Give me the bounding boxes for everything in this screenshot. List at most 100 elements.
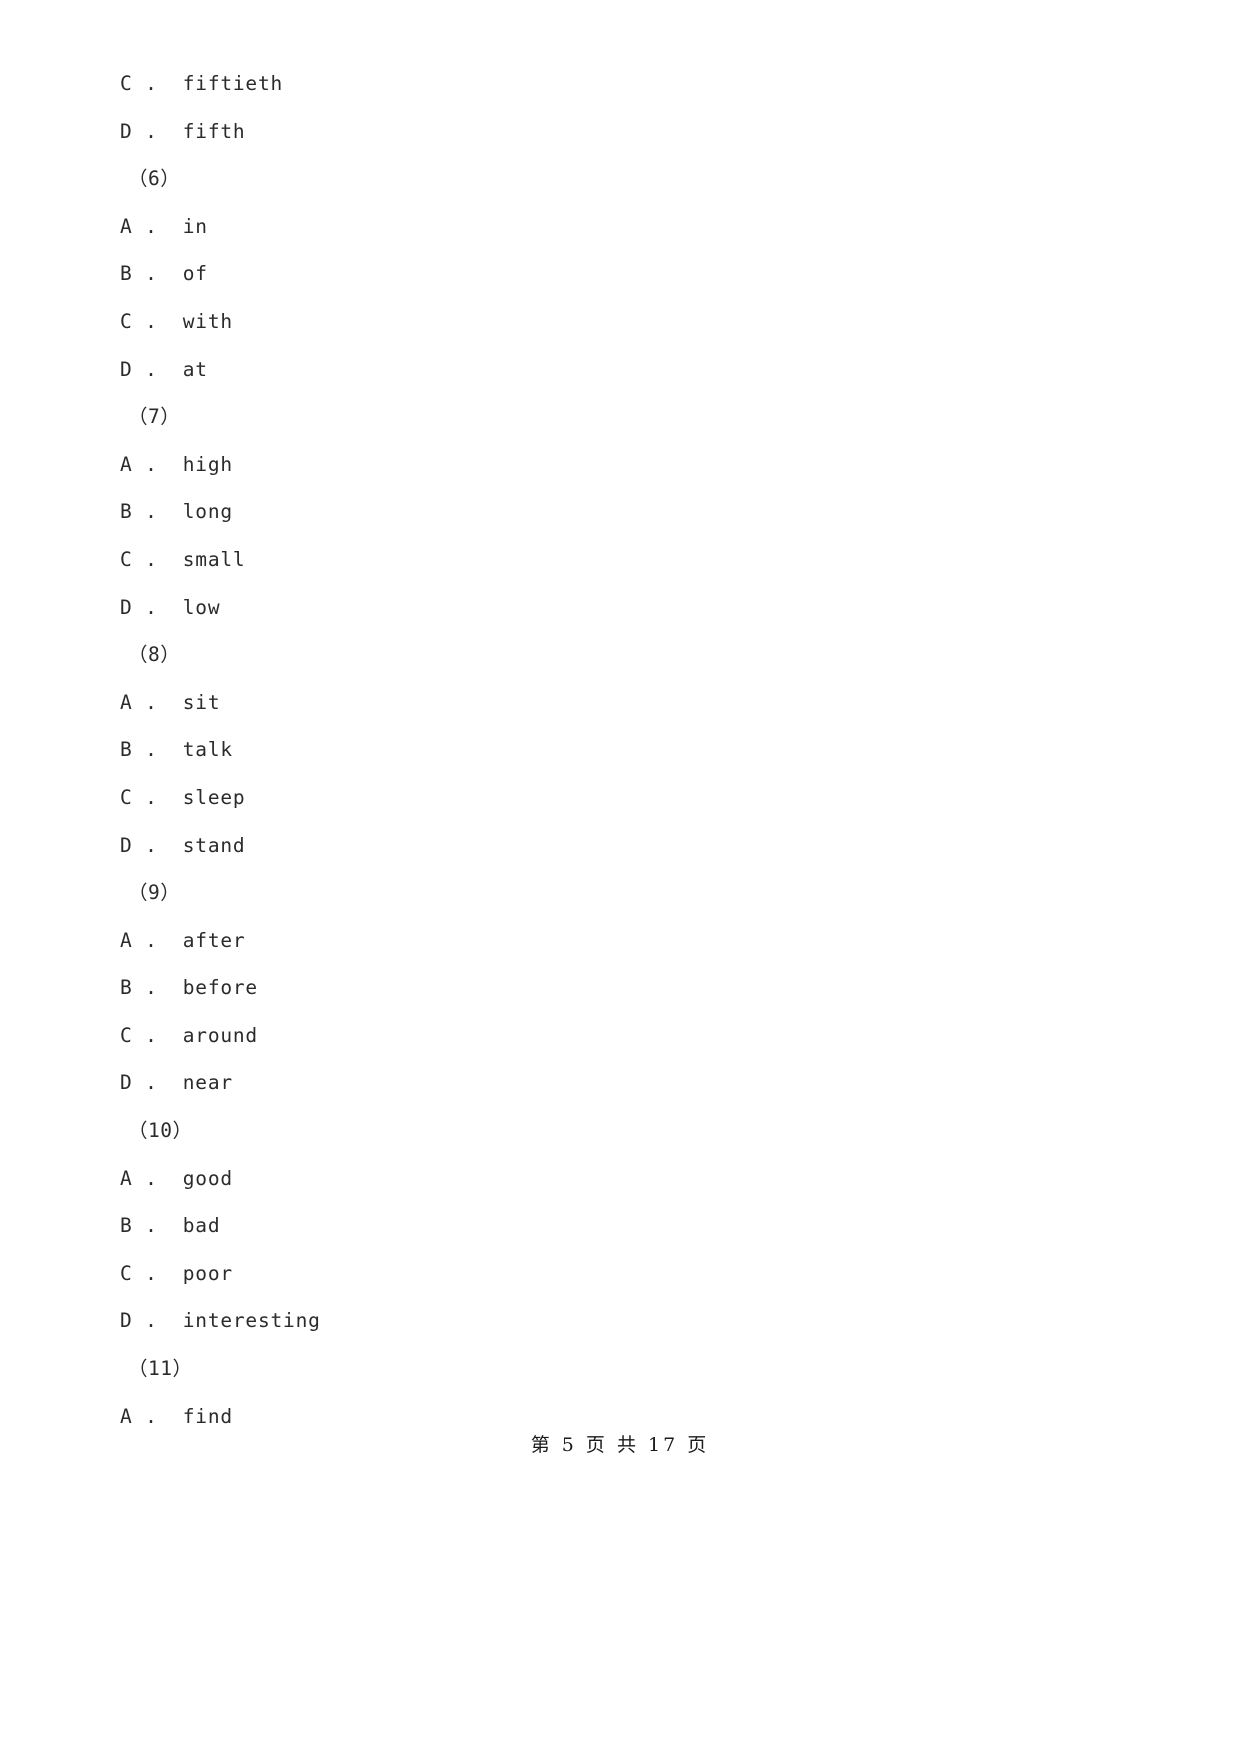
option-text: sleep — [182, 785, 246, 809]
question-number: （8） — [128, 643, 181, 667]
option-letter: B — [120, 738, 133, 762]
answer-option[interactable]: B . talk — [0, 726, 1240, 774]
option-text: small — [182, 547, 246, 571]
option-dot: . — [145, 262, 158, 286]
option-text: after — [182, 928, 246, 952]
option-dot: . — [145, 928, 158, 952]
option-dot: . — [145, 119, 158, 143]
option-text: with — [182, 309, 233, 333]
question-number: （6） — [128, 167, 181, 191]
answer-option[interactable]: A . in — [0, 203, 1240, 251]
answer-option[interactable]: C . small — [0, 536, 1240, 584]
answer-option[interactable]: A . good — [0, 1155, 1240, 1203]
option-dot: . — [145, 1261, 158, 1285]
option-letter: D — [120, 1309, 133, 1333]
option-text: bad — [182, 1214, 221, 1238]
answer-option[interactable]: B . long — [0, 488, 1240, 536]
option-text: high — [182, 452, 233, 476]
answer-option[interactable]: C . sleep — [0, 774, 1240, 822]
page-footer: 第 5 页 共 17 页 — [0, 1430, 1240, 1457]
option-letter: C — [120, 1261, 133, 1285]
option-text: good — [182, 1166, 233, 1190]
option-letter: C — [120, 72, 133, 95]
question-number: （9） — [128, 881, 181, 905]
option-text: fifth — [182, 119, 246, 143]
option-letter: C — [120, 309, 133, 333]
option-text: around — [182, 1023, 258, 1047]
option-letter: D — [120, 595, 133, 619]
option-letter: D — [120, 833, 133, 857]
option-dot: . — [145, 500, 158, 524]
option-letter: C — [120, 1023, 133, 1047]
document-page: C . fiftieth D . fifth （6） A . in B . of C . … — [0, 0, 1240, 1753]
option-text: stand — [182, 833, 246, 857]
option-dot: . — [145, 1404, 158, 1428]
option-dot: . — [145, 309, 158, 333]
answer-option[interactable]: C . around — [0, 1012, 1240, 1060]
option-text: interesting — [182, 1309, 321, 1333]
option-letter: C — [120, 785, 133, 809]
option-text: poor — [182, 1261, 233, 1285]
question-number: （7） — [128, 405, 181, 429]
option-dot: . — [145, 214, 158, 238]
option-dot: . — [145, 1214, 158, 1238]
option-text: of — [182, 262, 208, 286]
option-text: near — [182, 1071, 233, 1095]
answer-option[interactable]: D . fifth — [0, 108, 1240, 156]
answer-option[interactable]: D . at — [0, 346, 1240, 394]
option-letter: B — [120, 976, 133, 1000]
option-dot: . — [145, 1023, 158, 1047]
option-dot: . — [145, 690, 158, 714]
option-dot: . — [145, 357, 158, 381]
question-number: （11） — [128, 1357, 193, 1381]
question-list: C . fiftieth D . fifth （6） A . in B . of C . … — [0, 60, 1240, 1440]
option-text: before — [182, 976, 258, 1000]
option-dot: . — [145, 738, 158, 762]
option-text: sit — [182, 690, 221, 714]
answer-option[interactable]: D . stand — [0, 822, 1240, 870]
answer-option[interactable]: B . of — [0, 250, 1240, 298]
answer-option[interactable]: B . before — [0, 964, 1240, 1012]
option-letter: B — [120, 1214, 133, 1238]
option-letter: B — [120, 500, 133, 524]
option-dot: . — [145, 547, 158, 571]
option-dot: . — [145, 595, 158, 619]
option-letter: A — [120, 928, 133, 952]
option-dot: . — [145, 452, 158, 476]
option-dot: . — [145, 1309, 158, 1333]
option-text: low — [182, 595, 221, 619]
option-dot: . — [145, 1071, 158, 1095]
answer-option[interactable]: C . poor — [0, 1250, 1240, 1298]
answer-option[interactable]: D . near — [0, 1059, 1240, 1107]
option-letter: D — [120, 119, 133, 143]
answer-option[interactable]: C . fiftieth — [0, 60, 1240, 108]
option-dot: . — [145, 785, 158, 809]
option-letter: D — [120, 357, 133, 381]
option-dot: . — [145, 833, 158, 857]
option-letter: D — [120, 1071, 133, 1095]
option-letter: B — [120, 262, 133, 286]
answer-option[interactable]: B . bad — [0, 1202, 1240, 1250]
option-dot: . — [145, 976, 158, 1000]
option-letter: A — [120, 690, 133, 714]
page-footer-text: 第 5 页 共 17 页 — [530, 1434, 710, 1456]
answer-option[interactable]: A . high — [0, 441, 1240, 489]
option-letter: A — [120, 1166, 133, 1190]
option-text: talk — [182, 738, 233, 762]
option-text: fiftieth — [182, 72, 284, 95]
answer-option[interactable]: A . sit — [0, 679, 1240, 727]
option-letter: C — [120, 547, 133, 571]
option-text: at — [182, 357, 208, 381]
answer-option[interactable]: D . low — [0, 584, 1240, 632]
option-dot: . — [145, 72, 158, 95]
option-letter: A — [120, 452, 133, 476]
option-letter: A — [120, 214, 133, 238]
answer-option[interactable]: C . with — [0, 298, 1240, 346]
question-number: （10） — [128, 1119, 193, 1143]
option-letter: A — [120, 1404, 133, 1428]
option-text: long — [182, 500, 233, 524]
answer-option[interactable]: A . after — [0, 917, 1240, 965]
option-text: in — [182, 214, 208, 238]
answer-option[interactable]: D . interesting — [0, 1297, 1240, 1345]
option-text: find — [182, 1404, 233, 1428]
